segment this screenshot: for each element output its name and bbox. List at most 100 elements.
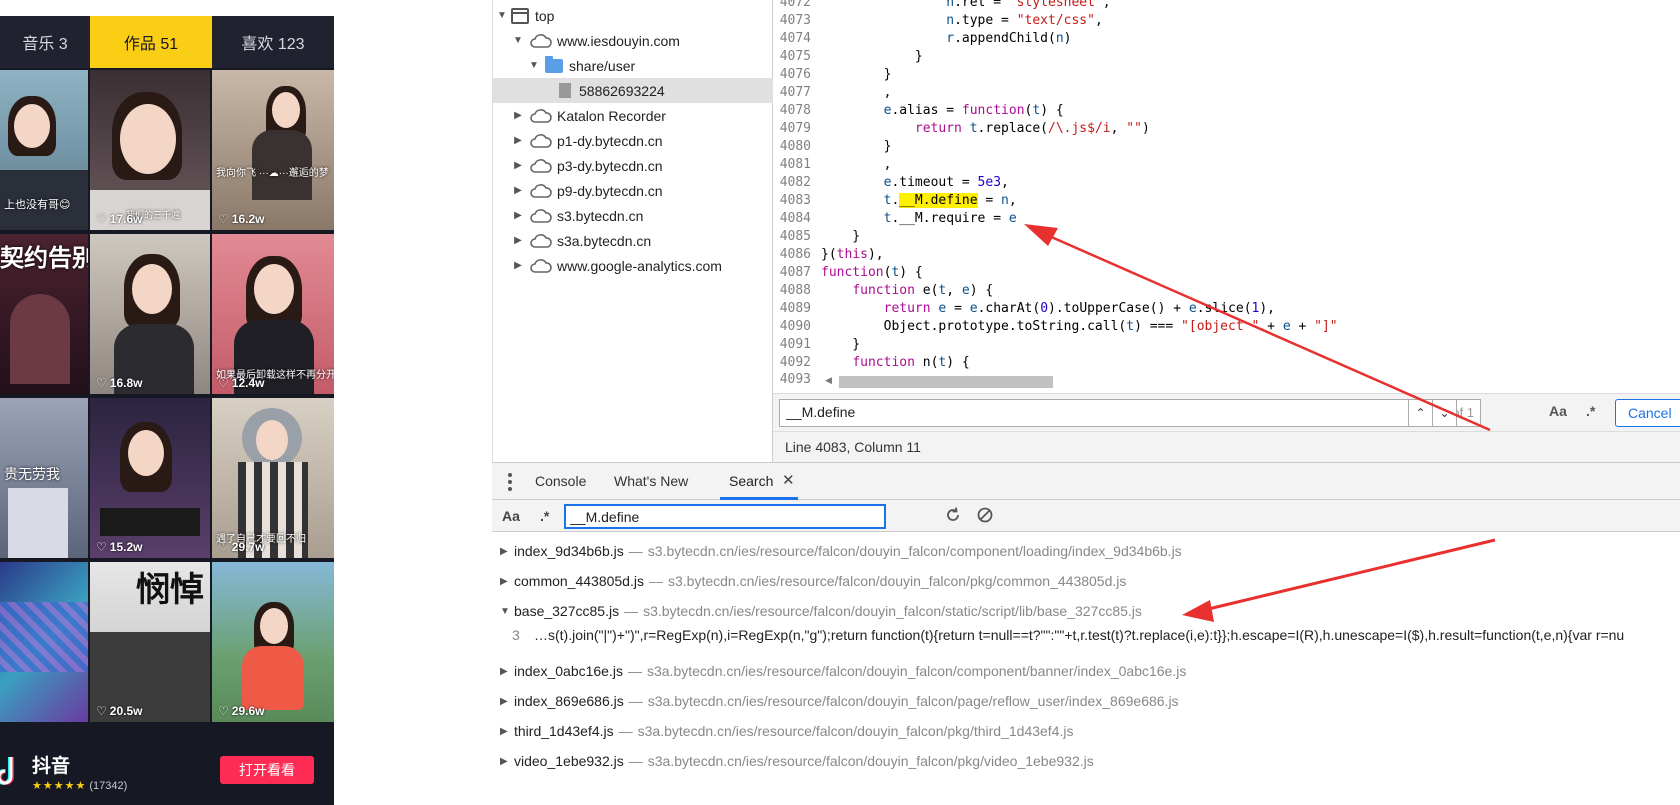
collapsed-triangle-icon[interactable]: ▶ xyxy=(500,546,512,557)
video-thumbnail[interactable]: 契约告别 xyxy=(0,234,88,394)
collapsed-triangle-icon[interactable]: ▶ xyxy=(513,235,523,246)
collapsed-triangle-icon[interactable]: ▶ xyxy=(513,135,523,146)
code-line: 4084 t.__M.require = e xyxy=(779,211,1017,226)
tree-item-label: 58862693224 xyxy=(579,82,665,99)
code-line: 4090 Object.prototype.toString.call(t) =… xyxy=(779,319,1338,334)
cloud-icon xyxy=(530,208,552,223)
refresh-icon[interactable] xyxy=(944,506,962,524)
tree-item-file[interactable]: 58862693224 xyxy=(493,78,773,103)
search-input[interactable] xyxy=(570,509,870,525)
code-editor[interactable]: 4072 n.rel = "stylesheet", 4073 n.type =… xyxy=(773,0,1680,372)
search-results: ▶ index_9d34b6b.js — s3.bytecdn.cn/ies/res… xyxy=(492,533,1680,805)
collapsed-triangle-icon[interactable]: ▶ xyxy=(513,110,523,121)
collapsed-triangle-icon[interactable]: ▶ xyxy=(500,696,512,707)
scroll-left-icon[interactable]: ◀ xyxy=(825,375,832,386)
collapsed-triangle-icon[interactable]: ▶ xyxy=(513,210,523,221)
tree-item-domain[interactable]: ▶ p3-dy.bytecdn.cn xyxy=(493,153,773,178)
code-line-match: 4083 t.__M.define = n, xyxy=(779,193,1017,208)
collapsed-triangle-icon[interactable]: ▶ xyxy=(513,160,523,171)
profile-tabs: 音乐 3 作品 51 喜欢 123 xyxy=(0,16,334,68)
match-case-toggle[interactable]: Aa xyxy=(502,508,520,524)
video-thumbnail[interactable]: 如果最后卸载这样不再分开 ♡ 12.4w xyxy=(212,234,334,394)
code-line: 4087 function(t) { xyxy=(779,265,923,280)
tab-search[interactable]: Search xyxy=(729,473,773,489)
search-result-file[interactable]: ▶ index_869e686.js — s3a.bytecdn.cn/ies/re… xyxy=(500,691,1179,711)
result-file-name: index_869e686.js xyxy=(514,693,624,709)
like-count: ♡ 15.2w xyxy=(96,540,143,554)
tab-whats-new[interactable]: What's New xyxy=(614,473,688,489)
video-thumbnail[interactable]: ♡ 29.6w xyxy=(212,562,334,722)
app-download-banner: 抖音 ★★★★★ (17342) 打开看看 xyxy=(0,743,334,805)
collapsed-triangle-icon[interactable]: ▶ xyxy=(500,726,512,737)
video-thumbnail[interactable]: 遇了自己才要回不归 ♡ 29.7w xyxy=(212,398,334,558)
expand-triangle-icon[interactable]: ▼ xyxy=(497,10,507,21)
video-thumbnail[interactable]: 贵无劳我 xyxy=(0,398,88,558)
code-line: 4088 function e(t, e) { xyxy=(779,283,994,298)
video-caption: 贵无劳我 xyxy=(4,467,60,483)
search-match-line[interactable]: 3 …s(t).join("|")+")",r=RegExp(n),i=RegE… xyxy=(512,625,1672,645)
close-icon[interactable]: ✕ xyxy=(782,471,795,489)
find-next-button[interactable]: ⌄ xyxy=(1432,399,1457,427)
find-input-box[interactable]: 1 of 1 xyxy=(779,399,1481,427)
search-input-box[interactable] xyxy=(564,504,886,529)
expand-triangle-icon[interactable]: ▼ xyxy=(500,606,512,617)
result-file-name: index_0abc16e.js xyxy=(514,663,623,679)
douyin-logo-icon xyxy=(0,757,14,785)
code-line: 4072 n.rel = "stylesheet", xyxy=(779,0,1111,10)
tree-item-domain[interactable]: ▶ Katalon Recorder xyxy=(493,103,773,128)
search-result-file[interactable]: ▶ common_443805d.js — s3.bytecdn.cn/ies/re… xyxy=(500,571,1126,591)
video-thumbnail[interactable]: 悯悼 ♡ 20.5w xyxy=(90,562,210,722)
expand-triangle-icon[interactable]: ▼ xyxy=(529,60,539,71)
find-input[interactable] xyxy=(786,404,1326,420)
screenshot-root: { "phone": { "tabs": [ {"label": "音乐 3"}… xyxy=(0,0,1680,805)
cloud-icon xyxy=(530,108,552,123)
collapsed-triangle-icon[interactable]: ▶ xyxy=(513,185,523,196)
search-result-file[interactable]: ▶ index_9d34b6b.js — s3.bytecdn.cn/ies/res… xyxy=(500,541,1182,561)
folder-icon xyxy=(545,55,563,73)
tab-likes[interactable]: 喜欢 123 xyxy=(212,16,334,68)
search-result-file[interactable]: ▶ video_1ebe932.js — s3a.bytecdn.cn/ies/re… xyxy=(500,751,1094,771)
search-result-file[interactable]: ▼ base_327cc85.js — s3.bytecdn.cn/ies/reso… xyxy=(500,601,1142,621)
cancel-button[interactable]: Cancel xyxy=(1615,399,1680,427)
tree-item-domain[interactable]: ▶ s3a.bytecdn.cn xyxy=(493,228,773,253)
collapsed-triangle-icon[interactable]: ▶ xyxy=(500,576,512,587)
code-line: 4086}(this), xyxy=(779,247,884,262)
search-result-file[interactable]: ▶ index_0abc16e.js — s3a.bytecdn.cn/ies/re… xyxy=(500,661,1186,681)
video-thumbnail[interactable]: 我们的三千遍 ♡ 17.6w xyxy=(90,70,210,230)
tree-item-folder[interactable]: ▼ share/user xyxy=(493,53,773,78)
more-vertical-icon[interactable] xyxy=(506,471,514,493)
regex-toggle[interactable]: .* xyxy=(1586,403,1595,419)
result-file-path: s3.bytecdn.cn/ies/resource/falcon/douyin… xyxy=(643,603,1142,619)
horizontal-scrollbar[interactable]: 4093 ◀ xyxy=(773,372,1680,390)
video-caption: 上也没有哥😊 xyxy=(4,199,71,211)
result-file-path: s3a.bytecdn.cn/ies/resource/falcon/douyi… xyxy=(646,663,1187,679)
regex-toggle[interactable]: .* xyxy=(540,508,549,524)
tab-works[interactable]: 作品 51 xyxy=(90,16,212,68)
tab-music[interactable]: 音乐 3 xyxy=(0,16,90,68)
tree-item-domain[interactable]: ▶ p9-dy.bytecdn.cn xyxy=(493,178,773,203)
match-case-toggle[interactable]: Aa xyxy=(1549,403,1567,419)
video-thumbnail[interactable]: 上也没有哥😊 xyxy=(0,70,88,230)
video-thumbnail[interactable]: ♡ 15.2w xyxy=(90,398,210,558)
tree-item-domain[interactable]: ▶ s3.bytecdn.cn xyxy=(493,203,773,228)
video-thumbnail[interactable] xyxy=(0,562,88,722)
find-previous-button[interactable]: ⌃ xyxy=(1408,399,1433,427)
open-app-button[interactable]: 打开看看 xyxy=(220,756,314,784)
tab-console[interactable]: Console xyxy=(535,473,586,489)
result-file-name: common_443805d.js xyxy=(514,573,644,589)
collapsed-triangle-icon[interactable]: ▶ xyxy=(500,756,512,767)
tree-item-domain[interactable]: ▼ www.iesdouyin.com xyxy=(493,28,773,53)
like-count: ♡ 16.2w xyxy=(218,212,265,226)
frame-icon xyxy=(511,7,529,24)
clear-icon[interactable] xyxy=(976,506,994,524)
tree-item-top[interactable]: ▼ top xyxy=(493,3,773,28)
search-result-file[interactable]: ▶ third_1d43ef4.js — s3a.bytecdn.cn/ies/re… xyxy=(500,721,1073,741)
tree-item-domain[interactable]: ▶ p1-dy.bytecdn.cn xyxy=(493,128,773,153)
expand-triangle-icon[interactable]: ▼ xyxy=(513,35,523,46)
video-thumbnail[interactable]: ♡ 16.8w xyxy=(90,234,210,394)
scrollbar-thumb[interactable] xyxy=(839,376,1053,388)
tree-item-domain[interactable]: ▶ www.google-analytics.com xyxy=(493,253,773,278)
collapsed-triangle-icon[interactable]: ▶ xyxy=(500,666,512,677)
video-thumbnail[interactable]: 我向你飞 ···☁···邂逅的梦 ♡ 16.2w xyxy=(212,70,334,230)
collapsed-triangle-icon[interactable]: ▶ xyxy=(513,260,523,271)
